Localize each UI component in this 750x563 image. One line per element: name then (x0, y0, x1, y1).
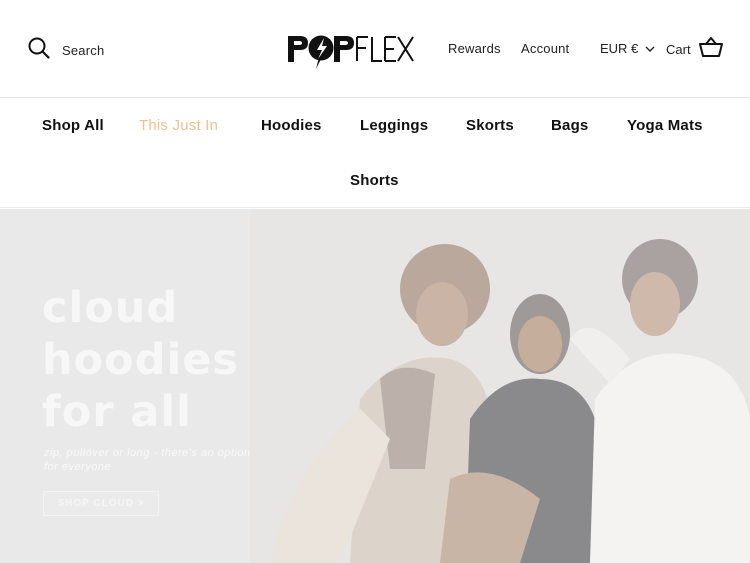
rewards-link[interactable]: Rewards (448, 41, 501, 56)
currency-label: EUR € (600, 41, 639, 56)
cart-button[interactable]: Cart (666, 36, 723, 63)
hero-subtitle: zip, pullover or long - there's an optio… (44, 447, 251, 473)
search-icon (28, 37, 50, 64)
nav-item-bags[interactable]: Bags (551, 117, 588, 134)
popflex-logo (288, 35, 414, 69)
cart-label: Cart (666, 42, 691, 57)
hero-title-line: hoodies (42, 335, 239, 385)
shop-cloud-button[interactable]: SHOP CLOUD > (43, 491, 159, 516)
nav-item-hoodies[interactable]: Hoodies (261, 117, 322, 134)
nav-item-skorts[interactable]: Skorts (466, 117, 514, 134)
nav-item-leggings[interactable]: Leggings (360, 117, 428, 134)
search-button[interactable]: Search (28, 37, 104, 64)
hero-models-image (250, 209, 750, 563)
search-label: Search (62, 43, 105, 58)
chevron-down-icon (645, 41, 655, 56)
hero-title: cloud hoodies for all (42, 282, 239, 438)
brand-logo[interactable] (286, 28, 416, 72)
cart-basket-icon (698, 36, 723, 63)
hero-title-line: cloud (42, 283, 179, 333)
nav-item-shop-all[interactable]: Shop All (42, 117, 104, 134)
hero-title-line: for all (42, 387, 192, 437)
currency-selector[interactable]: EUR € (600, 41, 655, 56)
nav-item-yoga-mats[interactable]: Yoga Mats (627, 117, 703, 134)
nav-item-shorts[interactable]: Shorts (350, 172, 399, 189)
hero-banner[interactable]: cloud hoodies for all zip, pullover or l… (0, 209, 750, 563)
nav-item-this-just-in[interactable]: This Just In (139, 117, 218, 134)
site-header: Search Rewards Account EUR € Cart (0, 0, 750, 98)
account-link[interactable]: Account (521, 41, 569, 56)
main-navigation: Shop All This Just In Hoodies Leggings S… (0, 99, 750, 208)
